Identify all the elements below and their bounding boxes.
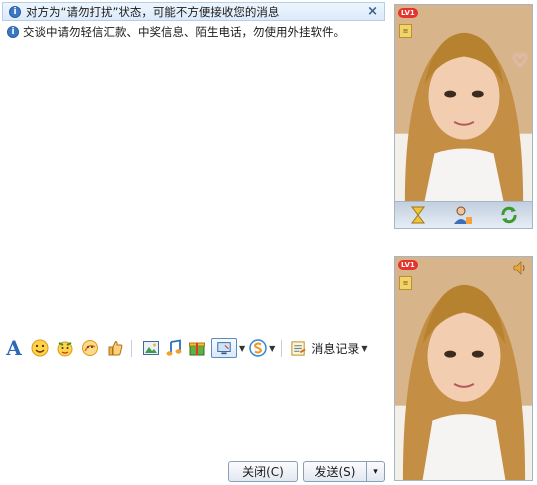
mini-badge-icon: ≡ xyxy=(399,24,412,38)
thumb-icon[interactable] xyxy=(105,338,125,358)
close-notice-icon[interactable]: × xyxy=(367,4,378,19)
scribble-icon[interactable] xyxy=(80,338,100,358)
toolbar-divider xyxy=(131,339,132,357)
video-control-bar xyxy=(394,201,533,229)
dnd-notice-bar: i 对方为“请勿打扰”状态，可能不方便接收您的消息 × xyxy=(2,2,385,21)
input-toolbar: A ▼ ▼ 消息记录 ▼ xyxy=(0,336,387,360)
soso-icon[interactable] xyxy=(249,339,267,357)
emoticon-icon[interactable] xyxy=(30,338,50,358)
speaker-icon[interactable] xyxy=(513,261,527,275)
level-badge-icon: LV1 xyxy=(398,260,418,270)
music-icon[interactable] xyxy=(164,338,184,358)
screenshot-icon xyxy=(217,342,231,355)
security-tip-text: 交谈中请勿轻信汇款、中奖信息、陌生电话，勿使用外挂软件。 xyxy=(23,25,345,39)
gift-icon[interactable] xyxy=(187,338,207,358)
heart-icon[interactable]: ♡ xyxy=(512,51,528,72)
mini-badge-icon: ≡ xyxy=(399,276,412,290)
dnd-notice-text: 对方为“请勿打扰”状态，可能不方便接收您的消息 xyxy=(26,4,280,19)
history-icon xyxy=(291,340,306,356)
security-tip: i 交谈中请勿轻信汇款、中奖信息、陌生电话，勿使用外挂软件。 xyxy=(2,23,385,41)
close-button[interactable]: 关闭(C) xyxy=(228,461,298,482)
history-dropdown-icon[interactable]: ▼ xyxy=(361,344,367,353)
screenshot-dropdown-icon[interactable]: ▼ xyxy=(239,344,245,353)
screenshot-button[interactable] xyxy=(211,338,237,358)
magic-emoticon-icon[interactable] xyxy=(55,338,75,358)
refresh-icon[interactable] xyxy=(499,205,519,225)
local-video-panel: LV1 ≡ xyxy=(394,256,533,481)
level-badge-icon: LV1 xyxy=(398,8,418,18)
history-button[interactable]: 消息记录 ▼ xyxy=(290,340,367,357)
toolbar-divider xyxy=(281,339,283,357)
send-button[interactable]: 发送(S) xyxy=(303,461,366,482)
info-icon: i xyxy=(7,26,19,38)
send-options-dropdown[interactable]: ▾ xyxy=(366,461,385,482)
soso-dropdown-icon[interactable]: ▼ xyxy=(269,344,275,353)
remote-video-image xyxy=(395,5,532,201)
hourglass-icon[interactable] xyxy=(408,205,428,225)
history-label: 消息记录 xyxy=(311,341,360,356)
remote-video-panel: LV1 ≡ ♡ xyxy=(394,4,533,202)
image-icon[interactable] xyxy=(141,338,161,358)
local-video-image xyxy=(395,257,532,480)
user-assist-icon[interactable] xyxy=(453,205,473,225)
info-icon: i xyxy=(9,5,21,18)
font-icon[interactable]: A xyxy=(3,336,25,360)
